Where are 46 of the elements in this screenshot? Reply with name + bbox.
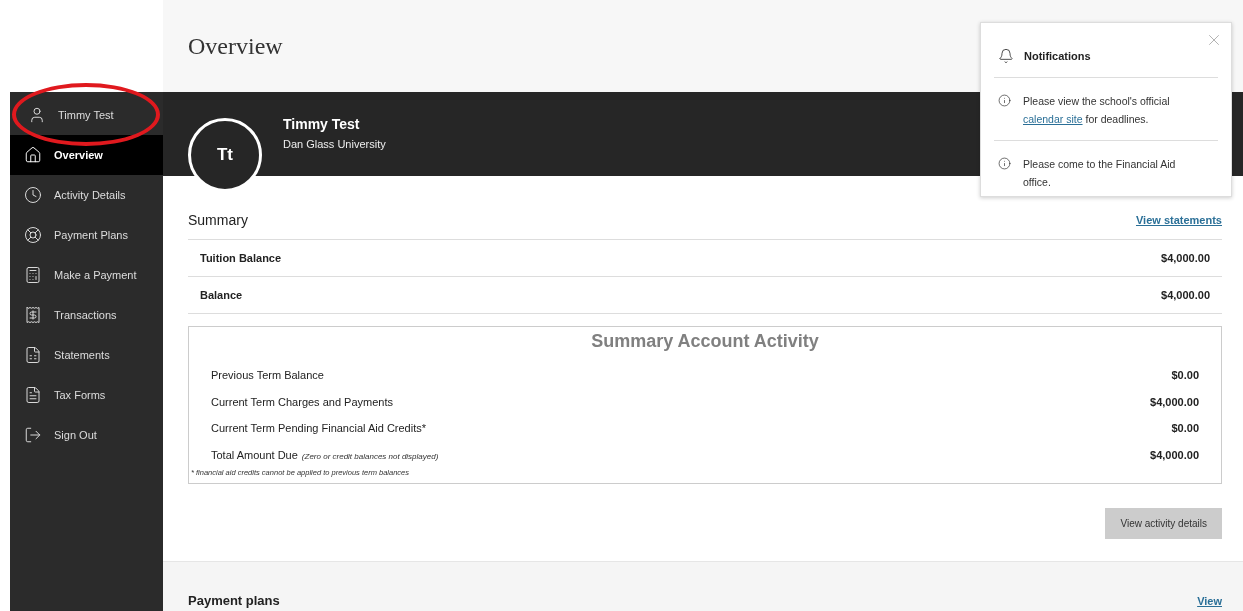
- view-statements-link[interactable]: View statements: [1136, 214, 1222, 226]
- page-title: Overview: [188, 32, 283, 60]
- nav-item[interactable]: Payment Plans: [10, 215, 163, 255]
- calendar-link[interactable]: calendar site: [1023, 113, 1083, 125]
- notification-text: Please view the school's official calendar site for deadlines.: [1023, 94, 1171, 127]
- balance-label: Tuition Balance: [200, 252, 282, 264]
- balance-amount: $4,000.00: [1161, 252, 1210, 264]
- avatar: Tt: [188, 118, 262, 192]
- view-activity-button[interactable]: View activity details: [1105, 508, 1222, 539]
- activity-amount: $4,000.00: [1150, 395, 1199, 408]
- view-link[interactable]: View: [1197, 594, 1222, 607]
- profile-name: Timmy Test: [283, 116, 360, 132]
- nav-item[interactable]: Tax Forms: [10, 375, 163, 415]
- calculator-icon: [24, 266, 42, 284]
- activity-amount: $0.00: [1171, 422, 1199, 435]
- info-icon: [998, 94, 1011, 107]
- receipt-icon: [24, 306, 42, 324]
- activity-label: Previous Term Balance: [211, 369, 324, 382]
- nav-item[interactable]: Sign Out: [10, 415, 163, 455]
- document-icon: [24, 386, 42, 404]
- nav-item[interactable]: Statements: [10, 335, 163, 375]
- activity-amount: $4,000.00: [1150, 448, 1199, 461]
- house-icon: [24, 146, 42, 164]
- spreadsheet-icon: [24, 346, 42, 364]
- clock-icon: [24, 186, 42, 204]
- activity-label: Current Term Pending Financial Aid Credits*: [211, 422, 426, 435]
- school-name: Dan Glass University: [283, 138, 386, 150]
- notifications-title: Notifications: [1024, 50, 1091, 62]
- payment-plans-title: Payment plans: [188, 593, 280, 608]
- nav-item[interactable]: Transactions: [10, 295, 163, 335]
- nav-item[interactable]: Make a Payment: [10, 255, 163, 295]
- bell-icon: [998, 48, 1014, 64]
- nav-item[interactable]: Overview: [10, 135, 163, 175]
- info-icon: [998, 157, 1011, 170]
- balance-label: Balance: [200, 289, 243, 301]
- lifebuoy-icon: [24, 226, 42, 244]
- user-icon: [28, 105, 46, 124]
- activity-label: Current Term Charges and Payments: [211, 395, 393, 408]
- activity-label: Total Amount Due (Zero or credit balances not displayed): [211, 448, 439, 461]
- notification-text: Please come to the Financial Aid office.: [1023, 157, 1177, 190]
- activity-title: Summary Account Activity: [590, 331, 820, 352]
- activity-amount: $0.00: [1171, 369, 1199, 382]
- sign-out-icon: [24, 426, 42, 444]
- balance-amount: $4,000.00: [1161, 289, 1210, 301]
- nav-item[interactable]: Activity Details: [10, 175, 163, 215]
- summary-title: Summary: [188, 212, 248, 228]
